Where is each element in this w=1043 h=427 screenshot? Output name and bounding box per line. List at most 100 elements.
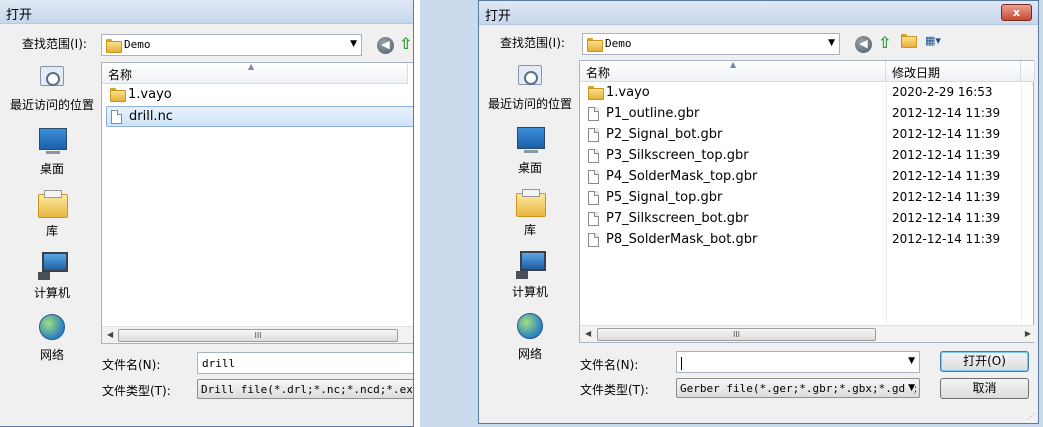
new-folder-icon (901, 34, 917, 48)
left-filename-input[interactable]: drill (197, 352, 413, 374)
list-item[interactable]: P4_SolderMask_top.gbr 2012-12-14 11:39 (584, 167, 1000, 188)
recent-places-icon (36, 64, 68, 94)
left-file-list[interactable]: 名称 ▲ 1.vayo drill.nc ◀ III (101, 62, 413, 344)
place-label: 库 (523, 223, 536, 237)
file-icon (588, 107, 599, 121)
file-icon (588, 191, 599, 205)
view-menu-button[interactable]: ▦▾ (925, 34, 951, 52)
desktop-icon (36, 128, 68, 158)
list-item[interactable]: P8_SolderMask_bot.gbr 2012-12-14 11:39 (584, 230, 1000, 251)
computer-icon (36, 252, 68, 282)
file-icon (588, 128, 599, 142)
column-header-name[interactable]: 名称 ▲ (580, 60, 886, 82)
cancel-button[interactable]: 取消 (940, 378, 1029, 399)
up-folder-button[interactable]: ⇧ (878, 33, 896, 52)
column-header-modified[interactable]: 修改日期 (886, 61, 1021, 82)
right-file-list[interactable]: 名称 ▲ 修改日期 1.vayo 2020-2-29 16:53 P1_outlin… (579, 60, 1035, 343)
place-label: 网络 (39, 348, 64, 362)
file-modified-date: 2020-2-29 16:53 (892, 85, 993, 99)
file-name: P7_Silkscreen_bot.gbr (606, 211, 749, 226)
column-header-name[interactable]: 名称 ▲ (102, 62, 408, 84)
place-desktop[interactable]: 桌面 (480, 127, 580, 176)
right-filename-label: 文件名(N): (580, 358, 639, 372)
resize-grip-icon[interactable]: ⋰ (1027, 412, 1035, 421)
left-filetype-select[interactable]: Drill file(*.drl;*.nc;*.ncd;*.exc) (197, 379, 413, 399)
place-libraries[interactable]: 库 (2, 190, 102, 239)
file-modified-date: 2012-12-14 11:39 (892, 232, 1001, 246)
right-horizontal-scrollbar[interactable]: ◀ III ▶ (580, 325, 1035, 342)
up-folder-button[interactable]: ⇧ (399, 34, 413, 53)
list-item[interactable]: 1.vayo 2020-2-29 16:53 (584, 83, 993, 104)
grip-marks: III (732, 330, 741, 339)
scroll-left-icon[interactable]: ◀ (585, 329, 591, 338)
list-item[interactable]: 1.vayo (106, 85, 406, 106)
list-item[interactable]: P1_outline.gbr 2012-12-14 11:39 (584, 104, 1000, 125)
right-filename-input[interactable]: ▼ (676, 351, 920, 373)
list-item[interactable]: P2_Signal_bot.gbr 2012-12-14 11:39 (584, 125, 1000, 146)
left-horizontal-scrollbar[interactable]: ◀ III (102, 326, 413, 343)
place-label: 网络 (517, 347, 542, 361)
right-look-in-value: Demo (605, 37, 632, 50)
file-modified-date: 2012-12-14 11:39 (892, 148, 1001, 162)
left-open-dialog: 打开 查找范围(I): Demo ▼ ◀ ⇧ 最近访问的位置 桌面 库 计算机 … (0, 0, 414, 427)
file-name: 1.vayo (606, 85, 650, 100)
place-network[interactable]: 网络 (2, 314, 102, 363)
left-look-in-label: 查找范围(I): (22, 37, 87, 51)
place-network[interactable]: 网络 (480, 313, 580, 362)
sort-ascending-icon: ▲ (248, 62, 255, 71)
desktop-icon (514, 127, 546, 157)
column-header-label: 修改日期 (892, 66, 941, 80)
place-desktop[interactable]: 桌面 (2, 128, 102, 177)
place-computer[interactable]: 计算机 (2, 252, 102, 301)
left-filetype-label: 文件类型(T): (102, 384, 171, 398)
place-computer[interactable]: 计算机 (480, 251, 580, 300)
place-label: 桌面 (39, 162, 64, 176)
scrollbar-thumb[interactable]: III (118, 329, 398, 342)
list-item[interactable]: P5_Signal_top.gbr 2012-12-14 11:39 (584, 188, 1000, 209)
place-recent[interactable]: 最近访问的位置 (2, 64, 102, 113)
column-header-more[interactable] (1021, 61, 1035, 82)
open-button[interactable]: 打开(O) (940, 351, 1029, 372)
folder-icon (106, 39, 122, 53)
list-item[interactable]: P7_Silkscreen_bot.gbr 2012-12-14 11:39 (584, 209, 1000, 230)
chevron-down-icon: ▼ (828, 38, 835, 48)
filetype-value: Gerber file(*.ger;*.gbr;*.gbx;*.gdo;* (680, 382, 920, 395)
right-look-in-label: 查找范围(I): (500, 36, 565, 50)
close-button[interactable]: x (1001, 4, 1032, 21)
place-label: 最近访问的位置 (9, 98, 94, 112)
back-button[interactable]: ◀ (855, 36, 872, 53)
list-item-selected[interactable]: drill.nc (106, 106, 413, 127)
chevron-down-icon[interactable]: ▼ (908, 356, 915, 366)
new-folder-button[interactable] (901, 34, 919, 52)
right-filetype-select[interactable]: Gerber file(*.ger;*.gbr;*.gbx;*.gdo;* ▼ (676, 378, 920, 398)
left-look-in-value: Demo (124, 38, 151, 51)
left-title-bar[interactable]: 打开 (0, 0, 413, 24)
scroll-right-icon[interactable]: ▶ (1025, 329, 1031, 338)
right-look-in-combo[interactable]: Demo ▼ (582, 33, 840, 55)
file-modified-date: 2012-12-14 11:39 (892, 211, 1001, 225)
place-libraries[interactable]: 库 (480, 189, 580, 238)
libraries-icon (514, 189, 546, 219)
network-icon (514, 313, 546, 343)
place-label: 桌面 (517, 161, 542, 175)
right-title-bar[interactable]: 打开 x (479, 1, 1038, 25)
back-button[interactable]: ◀ (377, 37, 394, 54)
left-look-in-combo[interactable]: Demo ▼ (101, 34, 362, 56)
place-recent[interactable]: 最近访问的位置 (480, 63, 580, 112)
place-label: 计算机 (511, 285, 548, 299)
column-divider (1021, 83, 1022, 324)
filename-value: drill (202, 357, 236, 370)
place-label: 最近访问的位置 (487, 97, 572, 111)
scroll-left-icon[interactable]: ◀ (107, 330, 113, 339)
file-modified-date: 2012-12-14 11:39 (892, 106, 1001, 120)
folder-icon (588, 86, 604, 100)
chevron-down-icon: ▼ (350, 39, 357, 49)
file-icon (588, 233, 599, 247)
column-divider (886, 83, 887, 324)
file-icon (588, 170, 599, 184)
list-item[interactable]: P3_Silkscreen_top.gbr 2012-12-14 11:39 (584, 146, 1000, 167)
scrollbar-thumb[interactable]: III (597, 328, 876, 341)
folder-icon (110, 88, 126, 102)
column-header-label: 名称 (586, 66, 611, 80)
libraries-icon (36, 190, 68, 220)
